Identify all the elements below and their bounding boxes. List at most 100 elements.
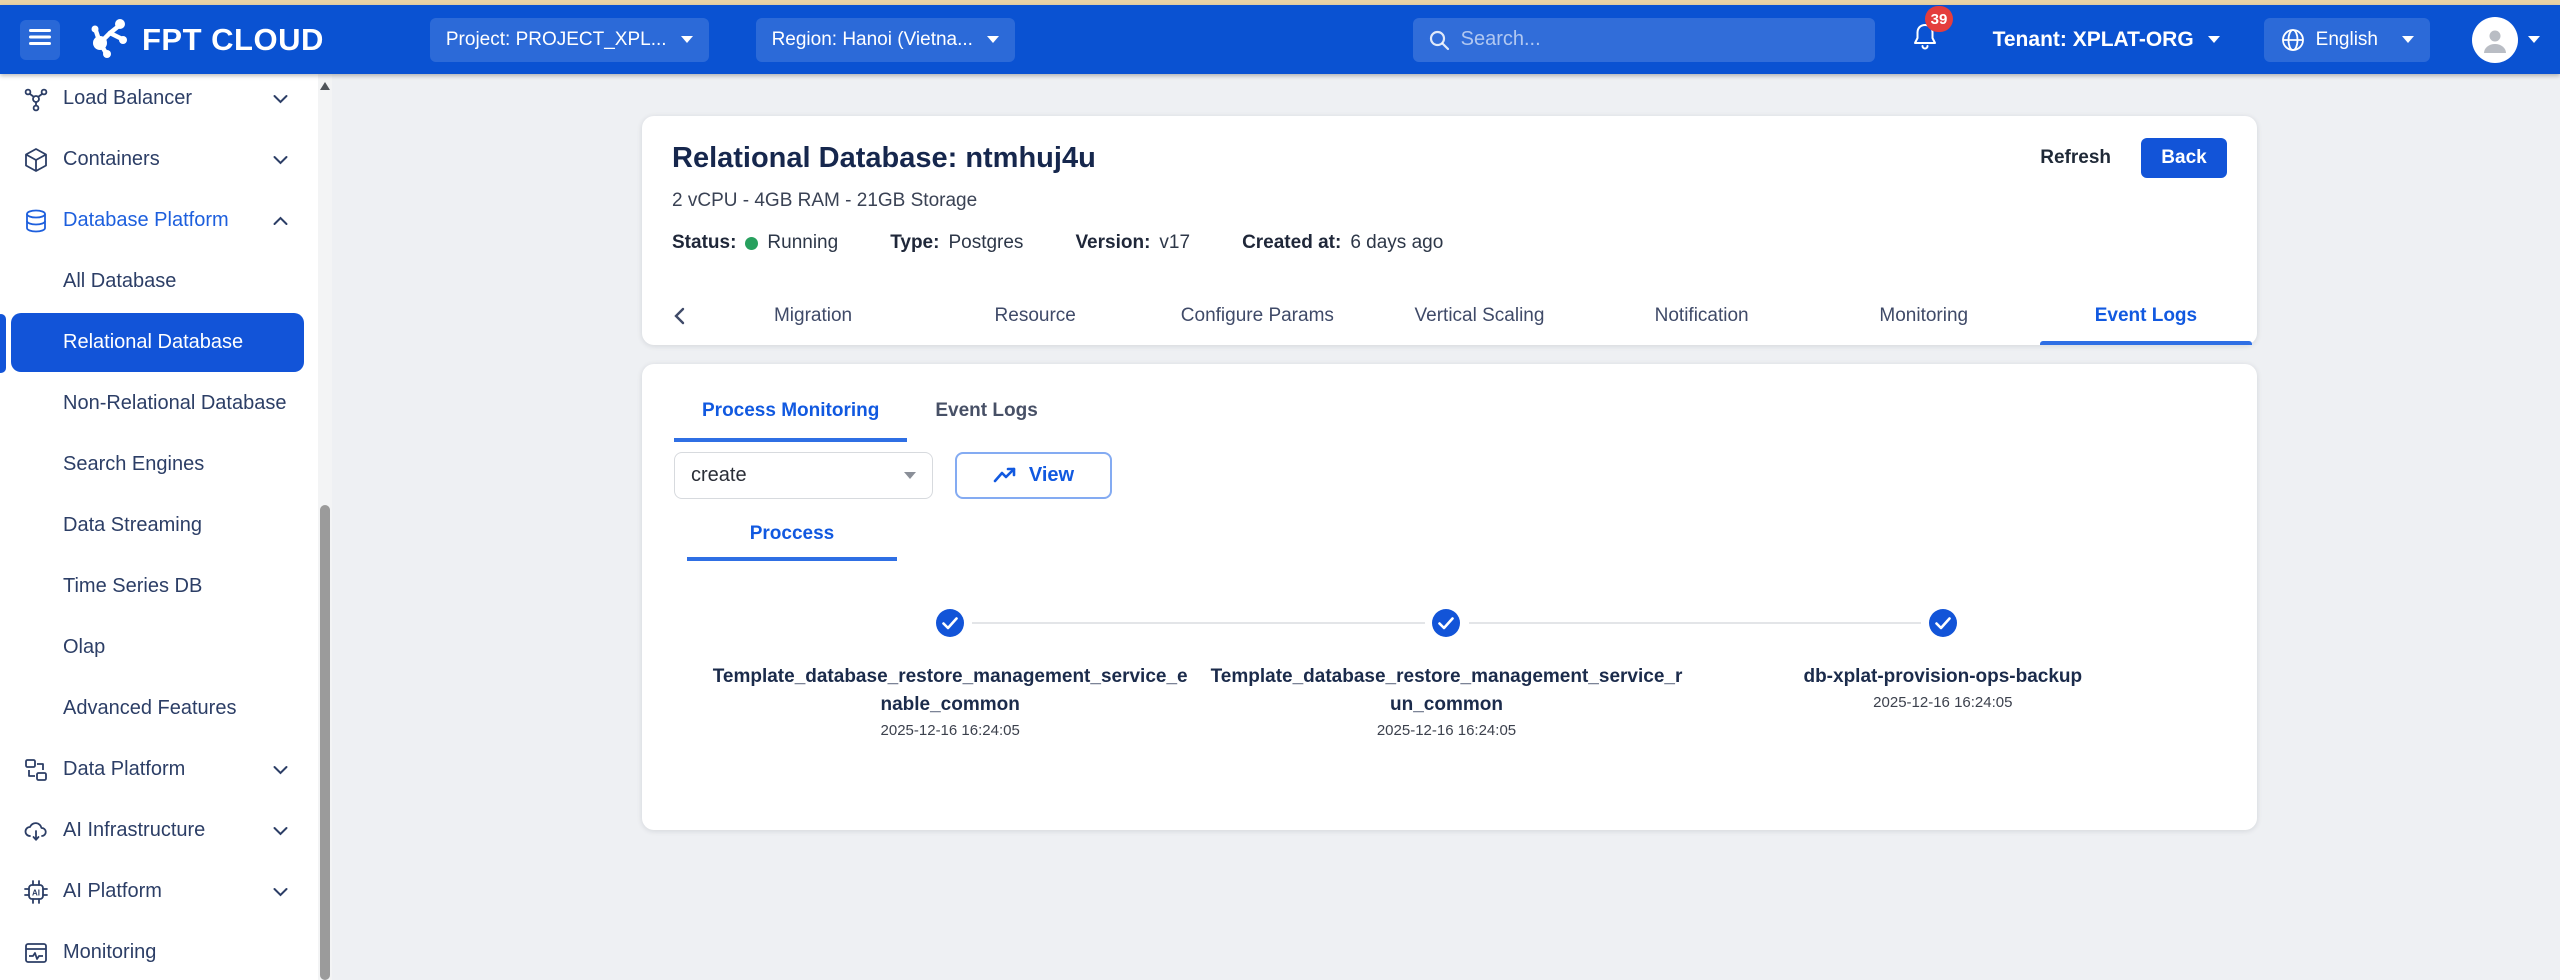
- sidebar-item-label: Data Streaming: [63, 514, 202, 537]
- created-at-label: Created at:: [1242, 232, 1341, 254]
- scrollbar-thumb[interactable]: [320, 505, 330, 980]
- tenant-selector[interactable]: Tenant: XPLAT-ORG: [1993, 28, 2220, 52]
- detail-tabs: Migration Resource Configure Params Vert…: [642, 287, 2257, 345]
- tab-notification[interactable]: Notification: [1591, 287, 1813, 345]
- region-selector[interactable]: Region: Hanoi (Vietna...: [756, 18, 1015, 62]
- user-menu[interactable]: [2472, 17, 2540, 63]
- chevron-down-icon: [904, 472, 916, 479]
- tab-event-logs[interactable]: Event Logs: [2035, 287, 2257, 345]
- sidebar-item-load-balancer[interactable]: Load Balancer: [0, 68, 332, 129]
- sidebar-item-relational-database[interactable]: Relational Database: [11, 313, 304, 372]
- tab-migration[interactable]: Migration: [702, 287, 924, 345]
- sidebar-item-database-platform[interactable]: Database Platform: [0, 190, 332, 251]
- sidebar-item-label: Load Balancer: [63, 87, 192, 110]
- process-filter-select[interactable]: create: [674, 452, 933, 499]
- sidebar-item-all-database[interactable]: All Database: [0, 251, 332, 312]
- database-icon: [22, 208, 50, 234]
- view-button[interactable]: View: [955, 452, 1112, 499]
- database-specs: 2 vCPU - 4GB RAM - 21GB Storage: [642, 178, 2257, 212]
- chevron-down-icon: [987, 36, 999, 43]
- sidebar-item-label: Database Platform: [63, 209, 229, 232]
- notifications-button[interactable]: 39: [1909, 20, 1941, 59]
- database-detail-header-card: Relational Database: ntmhuj4u Refresh Ba…: [642, 116, 2257, 345]
- globe-icon: [2280, 27, 2306, 53]
- step-name: db-xplat-provision-ops-backup: [1803, 663, 2082, 691]
- load-balancer-icon: [22, 86, 50, 112]
- subtab-event-logs[interactable]: Event Logs: [907, 384, 1065, 442]
- subtab-process-monitoring[interactable]: Process Monitoring: [674, 384, 907, 442]
- avatar: [2472, 17, 2518, 63]
- sidebar-item-label: AI Platform: [63, 880, 162, 903]
- status-running-dot: [745, 237, 758, 250]
- check-circle-icon: [1929, 609, 1957, 637]
- sidebar-item-containers[interactable]: Containers: [0, 129, 332, 190]
- sidebar-item-ai-infrastructure[interactable]: AI Infrastructure: [0, 800, 332, 861]
- database-meta-row: Status: Running Type: Postgres Version: …: [642, 212, 2257, 254]
- type-label: Type:: [890, 232, 939, 254]
- containers-icon: [22, 147, 50, 173]
- trending-up-icon: [993, 466, 1017, 486]
- chevron-down-icon: [273, 826, 288, 836]
- sidebar-item-data-platform[interactable]: Data Platform: [0, 739, 332, 800]
- sidebar-item-search-engines[interactable]: Search Engines: [0, 434, 332, 495]
- chevron-left-icon: [673, 307, 685, 325]
- sidebar-item-time-series-db[interactable]: Time Series DB: [0, 556, 332, 617]
- step-name: Template_database_restore_management_ser…: [711, 663, 1189, 719]
- chevron-down-icon: [2528, 36, 2540, 43]
- sidebar-item-label: Monitoring: [63, 941, 156, 964]
- scroll-up-arrow-icon[interactable]: [320, 82, 330, 90]
- chevron-up-icon: [273, 216, 288, 226]
- status-label: Status:: [672, 232, 736, 254]
- top-navigation-bar: FPT CLOUD Project: PROJECT_XPL... Region…: [0, 5, 2560, 74]
- sidebar-item-ai-platform[interactable]: AI AI Platform: [0, 861, 332, 922]
- sidebar-item-label: Data Platform: [63, 758, 185, 781]
- sidebar-item-label: AI Infrastructure: [63, 819, 205, 842]
- version-value: v17: [1159, 232, 1190, 254]
- tab-proccess[interactable]: Proccess: [687, 523, 897, 561]
- brand-logo[interactable]: FPT CLOUD: [86, 15, 324, 64]
- sidebar-item-label: All Database: [63, 270, 176, 293]
- cloud-icon: [22, 818, 50, 844]
- refresh-button[interactable]: Refresh: [2040, 147, 2111, 169]
- sidebar-scrollbar[interactable]: [318, 74, 332, 980]
- sidebar-navigation: Load Balancer Containers: [0, 74, 332, 980]
- project-selector[interactable]: Project: PROJECT_XPL...: [430, 18, 709, 62]
- sidebar-item-label: Time Series DB: [63, 575, 202, 598]
- chip-icon: AI: [22, 879, 50, 905]
- chevron-down-icon: [2208, 36, 2220, 43]
- language-selector[interactable]: English: [2264, 18, 2430, 62]
- search-input[interactable]: [1461, 18, 1861, 62]
- step-timestamp: 2025-12-16 16:24:05: [881, 722, 1020, 739]
- sidebar-item-label: Non-Relational Database: [63, 392, 286, 415]
- step-timestamp: 2025-12-16 16:24:05: [1873, 694, 2012, 711]
- process-step: db-xplat-provision-ops-backup 2025-12-16…: [1695, 609, 2191, 739]
- tabs-scroll-left-button[interactable]: [656, 287, 702, 345]
- main-content: Relational Database: ntmhuj4u Refresh Ba…: [332, 74, 2560, 980]
- tab-monitoring[interactable]: Monitoring: [1813, 287, 2035, 345]
- sidebar-item-data-streaming[interactable]: Data Streaming: [0, 495, 332, 556]
- chevron-down-icon: [273, 94, 288, 104]
- sidebar-item-non-relational-database[interactable]: Non-Relational Database: [0, 373, 332, 434]
- tab-configure-params[interactable]: Configure Params: [1146, 287, 1368, 345]
- sidebar-item-advanced-features[interactable]: Advanced Features: [0, 678, 332, 739]
- sidebar-item-monitoring[interactable]: Monitoring: [0, 922, 332, 980]
- tenant-selector-label: Tenant: XPLAT-ORG: [1993, 28, 2194, 52]
- process-controls: create View: [674, 452, 2225, 499]
- global-search[interactable]: [1413, 18, 1875, 62]
- process-step: Template_database_restore_management_ser…: [1198, 609, 1694, 739]
- chevron-down-icon: [273, 887, 288, 897]
- back-button[interactable]: Back: [2141, 138, 2227, 178]
- data-platform-icon: [22, 757, 50, 783]
- panel-subtabs: Process Monitoring Event Logs: [674, 364, 2225, 442]
- tab-vertical-scaling[interactable]: Vertical Scaling: [1368, 287, 1590, 345]
- view-button-label: View: [1029, 464, 1074, 487]
- sidebar-item-olap[interactable]: Olap: [0, 617, 332, 678]
- hamburger-menu-button[interactable]: [20, 20, 60, 60]
- process-steps-timeline: Template_database_restore_management_ser…: [702, 609, 2191, 739]
- chevron-down-icon: [2402, 36, 2414, 43]
- process-step: Template_database_restore_management_ser…: [702, 609, 1198, 739]
- language-label: English: [2316, 29, 2378, 51]
- process-filter-value: create: [691, 464, 747, 487]
- tab-resource[interactable]: Resource: [924, 287, 1146, 345]
- event-logs-panel-card: Process Monitoring Event Logs create Vie…: [642, 364, 2257, 830]
